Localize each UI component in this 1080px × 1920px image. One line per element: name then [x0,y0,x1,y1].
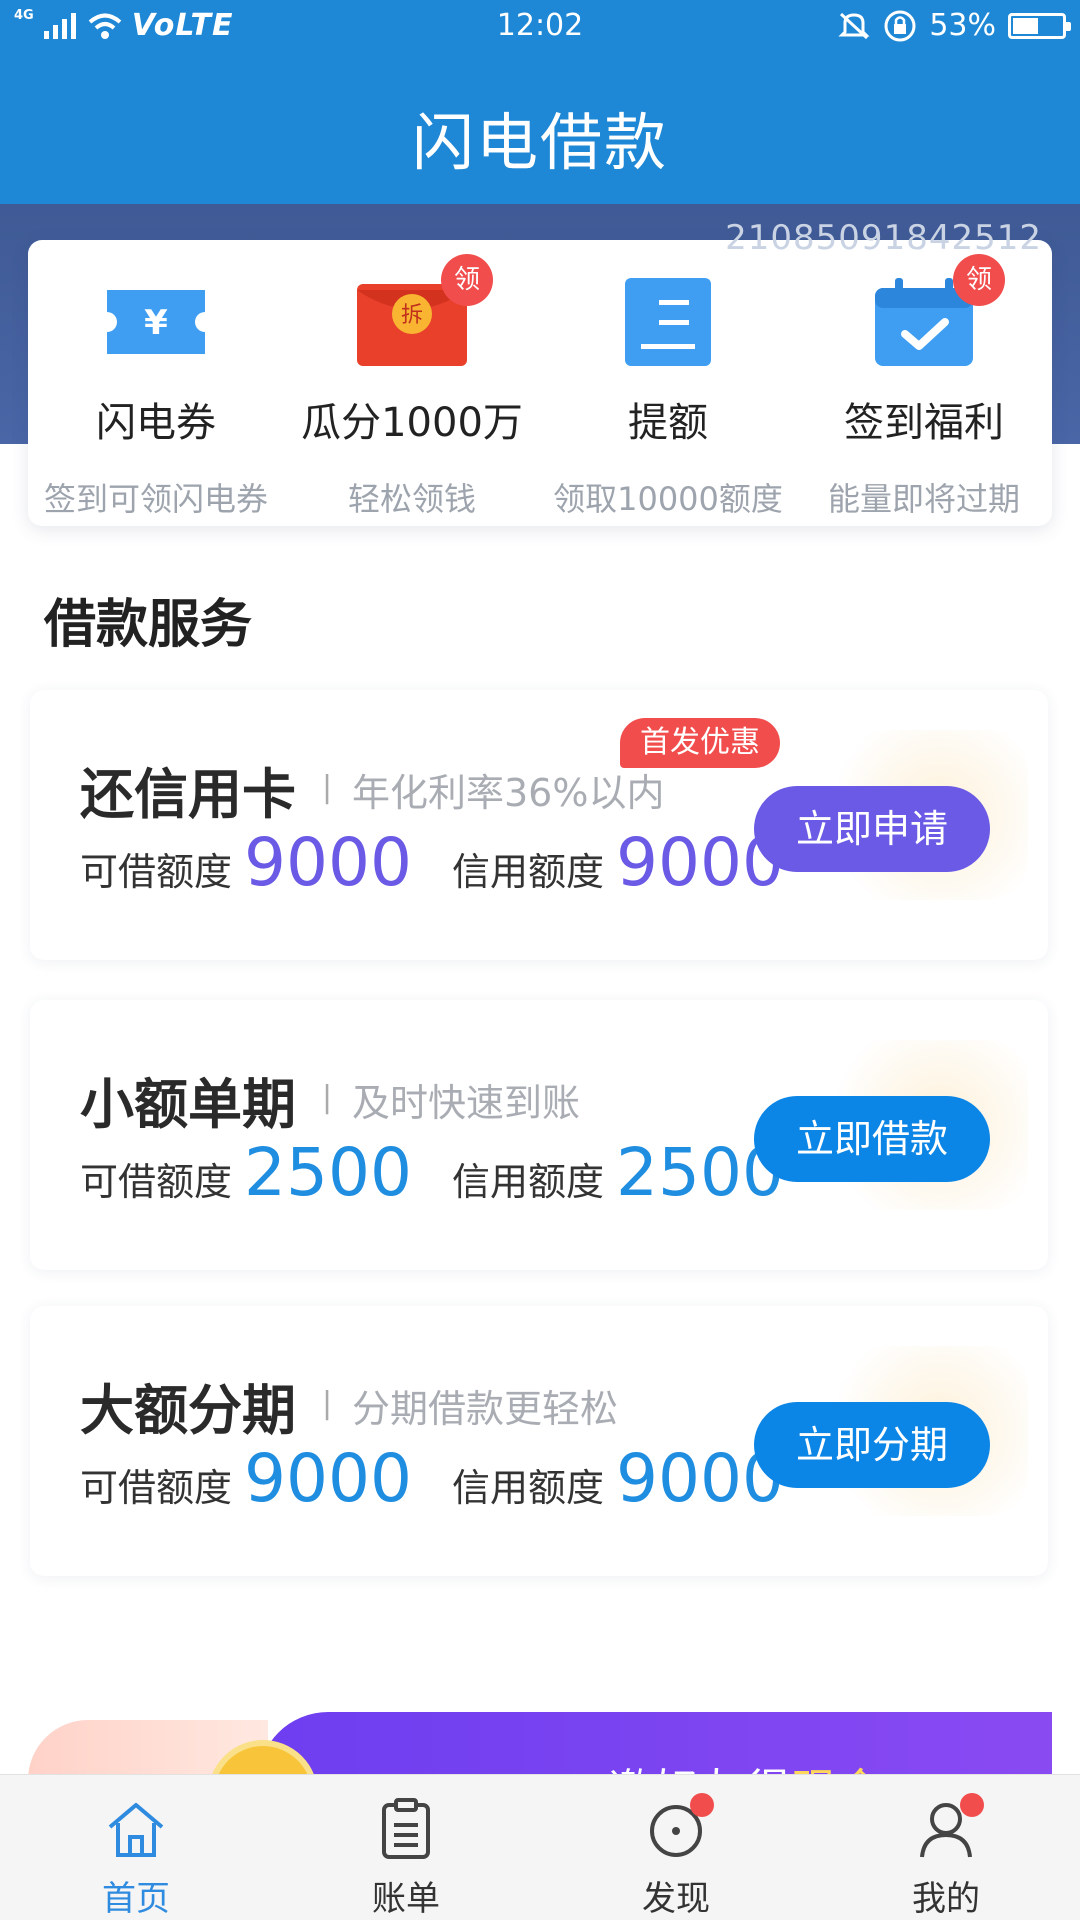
claim-badge: 领 [441,254,493,306]
loan-name: 大额分期 [80,1379,296,1442]
status-right: 53% [837,8,1071,43]
mute-vibrate-icon [838,12,870,39]
feature-checkin[interactable]: 领 签到福利 能量即将过期 [796,254,1052,520]
feature-sub: 领取10000额度 [553,480,783,518]
svg-text:¥: ¥ [144,303,168,343]
loan-card-small[interactable]: 小额单期 | 及时快速到账 可借额度 2500 信用额度 2500 立即借款 [30,1000,1048,1270]
tab-mine[interactable]: 我的 [866,1793,1026,1920]
available-label: 可借额度 [80,850,233,894]
loan-name: 还信用卡 [80,763,296,826]
battery-level [1013,17,1038,34]
voucher-icon: ¥ [101,278,211,366]
divider: | [322,1386,333,1421]
tab-label: 我的 [912,1879,980,1919]
feature-label: 提额 [628,400,708,446]
apply-button[interactable]: 立即申请 [754,786,990,872]
loan-card-large[interactable]: 大额分期 | 分期借款更轻松 可借额度 9000 信用额度 9000 立即分期 [30,1306,1048,1576]
feature-red-envelope[interactable]: 拆 领 瓜分1000万 轻松领钱 [284,254,540,520]
loan-desc: 分期借款更轻松 [352,1387,619,1431]
battery-icon [1008,12,1071,39]
available-value: 9000 [244,824,412,901]
tab-bill[interactable]: 账单 [326,1797,486,1920]
amount-row: 可借额度 9000 信用额度 9000 [80,824,784,901]
status-bar: 4G VoLTE 12:02 53% [0,0,1080,56]
feature-label: 瓜分1000万 [301,400,523,446]
bill-icon [374,1797,438,1861]
available-value: 2500 [244,1134,412,1211]
notification-dot [690,1793,714,1817]
promo-badge: 首发优惠 [620,718,780,768]
borrow-button[interactable]: 立即借款 [754,1096,990,1182]
available-value: 9000 [244,1440,412,1517]
credit-label: 信用额度 [451,850,604,894]
notification-dot [960,1793,984,1817]
limit-up-icon [613,278,723,366]
feature-sub: 能量即将过期 [827,480,1020,518]
divider: | [322,770,333,805]
feature-sub: 签到可领闪电券 [43,480,268,518]
feature-voucher[interactable]: ¥ 闪电券 签到可领闪电券 [28,278,284,520]
divider: | [322,1080,333,1115]
tab-label: 账单 [372,1879,440,1919]
amount-row: 可借额度 2500 信用额度 2500 [80,1134,784,1211]
amount-row: 可借额度 9000 信用额度 9000 [80,1440,784,1517]
tab-label: 首页 [102,1879,170,1919]
calendar-check-icon: 领 [869,254,1005,366]
credit-label: 信用额度 [451,1160,604,1204]
feature-label: 闪电券 [96,400,216,446]
credit-label: 信用额度 [451,1466,604,1510]
loan-desc: 及时快速到账 [352,1081,581,1125]
rotation-lock-icon [884,10,916,41]
home-icon [104,1797,168,1861]
compass-icon [644,1793,714,1861]
app-header: 闪电借款 [0,56,1080,204]
profile-icon [914,1793,984,1861]
tab-label: 发现 [642,1879,710,1919]
loan-desc: 年化利率36%以内 [352,771,665,815]
loan-name: 小额单期 [80,1073,296,1136]
page-title: 闪电借款 [411,106,668,179]
battery-percent: 53% [929,8,996,43]
feature-label: 签到福利 [844,400,1004,446]
feature-limit-up[interactable]: 提额 领取10000额度 [540,278,796,520]
watermark: 21085091842512 [725,218,1042,258]
claim-badge: 领 [953,254,1005,306]
section-title: 借款服务 [44,595,253,655]
tab-discover[interactable]: 发现 [596,1793,756,1920]
loan-card-credit[interactable]: 还信用卡 | 年化利率36%以内 可借额度 9000 信用额度 9000 立即申… [30,690,1048,960]
installment-button[interactable]: 立即分期 [754,1402,990,1488]
available-label: 可借额度 [80,1160,233,1204]
feature-card: 21085091842512 ¥ 闪电券 签到可领闪电券 拆 领 瓜分1000万… [28,218,1052,526]
envelope-text: 拆 [401,303,423,328]
available-label: 可借额度 [80,1466,233,1510]
bottom-nav: 首页 账单 发现 我的 [0,1774,1080,1920]
tab-home[interactable]: 首页 [56,1797,216,1920]
feature-sub: 轻松领钱 [347,480,476,518]
red-envelope-icon: 拆 领 [357,254,493,366]
